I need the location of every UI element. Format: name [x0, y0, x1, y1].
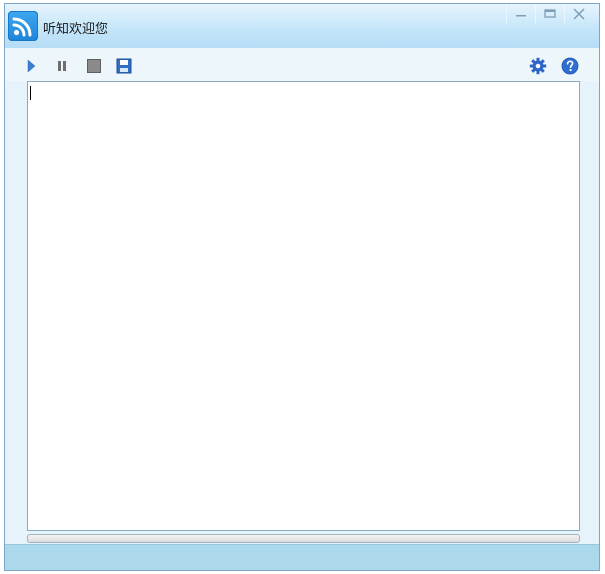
- close-icon: [573, 8, 585, 20]
- help-button[interactable]: [561, 57, 579, 75]
- toolbar: [5, 48, 599, 81]
- pause-icon: [58, 61, 66, 71]
- window-controls: [506, 4, 593, 24]
- rss-app-icon: [8, 11, 38, 41]
- maximize-button[interactable]: [535, 4, 564, 24]
- progress-bar: [27, 534, 580, 543]
- title-bar[interactable]: 听知欢迎您: [5, 4, 599, 48]
- help-icon: [561, 57, 579, 75]
- minimize-button[interactable]: [506, 4, 535, 24]
- stop-button[interactable]: [85, 57, 103, 75]
- maximize-icon: [544, 9, 556, 18]
- save-icon: [116, 58, 132, 74]
- minimize-icon: [516, 15, 526, 17]
- pause-button[interactable]: [53, 57, 71, 75]
- play-button[interactable]: [22, 57, 40, 75]
- stop-icon: [87, 59, 101, 73]
- status-bar: [5, 544, 599, 570]
- text-caret: [30, 86, 31, 100]
- text-editor-area[interactable]: [27, 81, 580, 531]
- app-window: 听知欢迎您: [4, 3, 600, 571]
- settings-gear-icon: [529, 57, 547, 75]
- save-button[interactable]: [115, 57, 133, 75]
- settings-button[interactable]: [529, 57, 547, 75]
- close-button[interactable]: [564, 4, 593, 24]
- play-icon: [27, 59, 36, 73]
- window-title: 听知欢迎您: [43, 22, 109, 37]
